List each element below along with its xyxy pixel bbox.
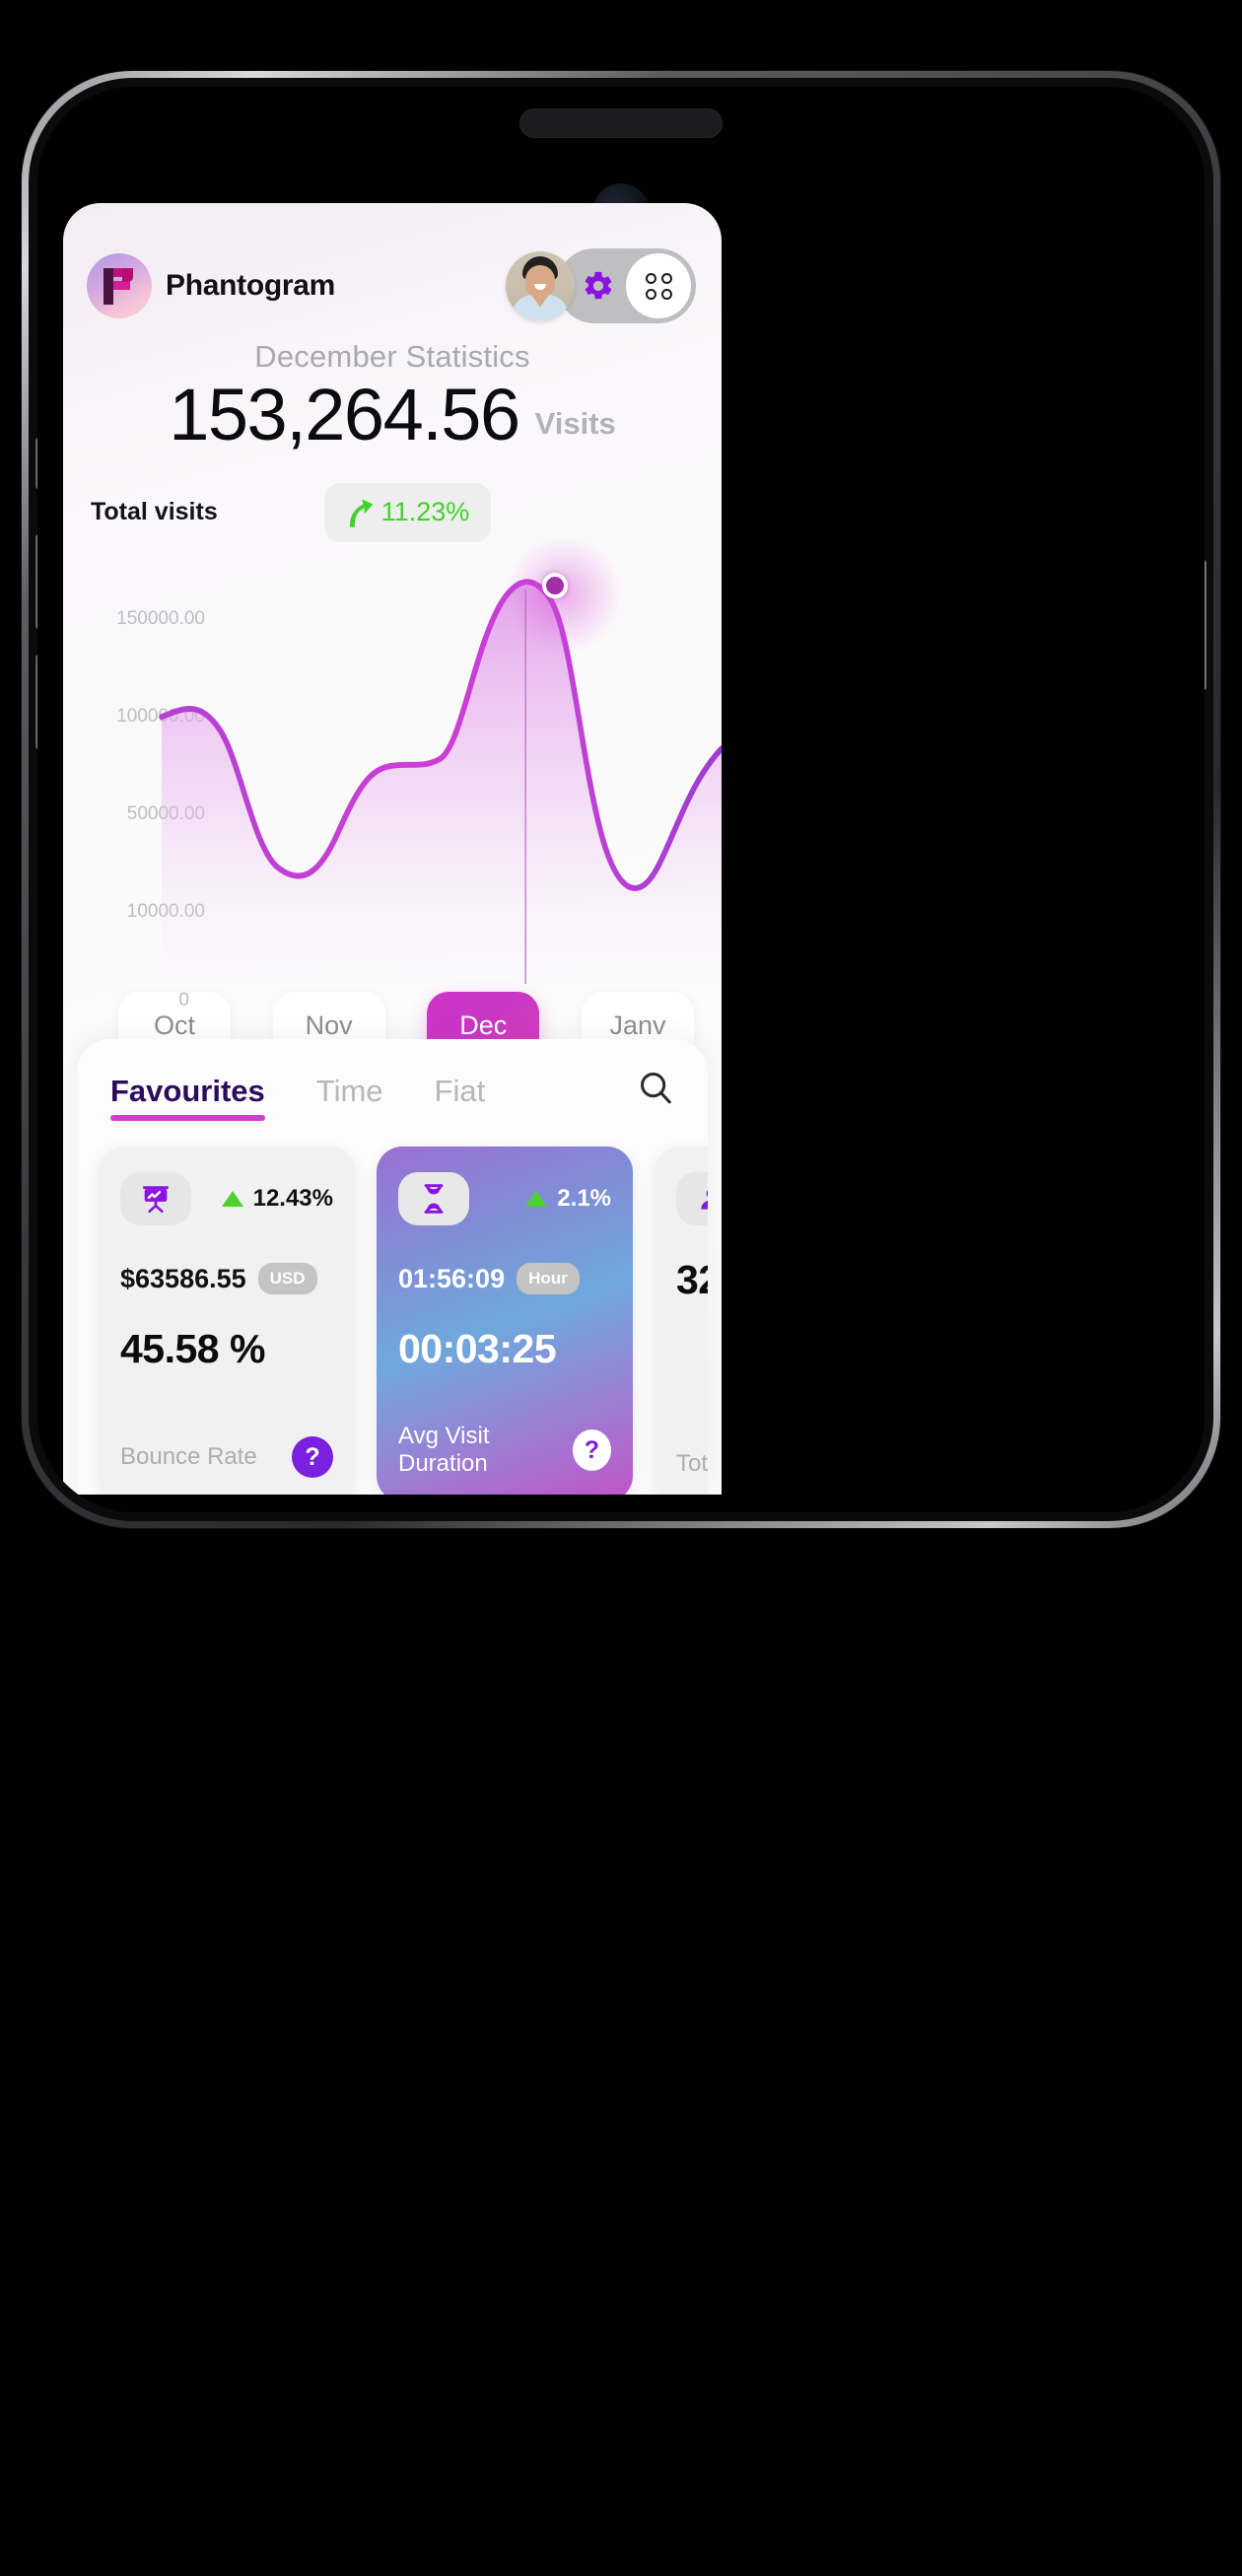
hourglass-icon <box>398 1172 469 1225</box>
stats-headline: 153,264.56 Visits <box>63 377 722 453</box>
screenshot-root: Phantogram December Statistics 153,264.5… <box>0 0 1242 2576</box>
tab-favourites[interactable]: Favourites <box>110 1074 265 1121</box>
phantogram-f-logo-icon[interactable] <box>87 253 152 318</box>
card-label: Avg Visit Duration <box>398 1423 490 1477</box>
help-icon[interactable]: ? <box>572 1429 611 1471</box>
change-badge[interactable]: 11.23% <box>323 482 492 542</box>
card-delta-value: 2.1% <box>557 1185 611 1212</box>
header-control-pill <box>557 248 696 323</box>
chart-plot-area <box>159 534 722 984</box>
change-percent: 11.23% <box>380 497 470 527</box>
y-tick-4: 0 <box>178 989 189 1010</box>
grid-menu-icon[interactable] <box>626 253 691 318</box>
stats-unit: Visits <box>534 405 616 441</box>
card-amount: $63586.55 <box>120 1263 246 1293</box>
total-visits-row: Total visits 11.23% <box>63 453 722 542</box>
tab-fiat[interactable]: Fiat <box>435 1074 486 1121</box>
bottom-sheet: Favourites Time Fiat 12.43% $63586.55 US… <box>77 1039 708 1495</box>
arrow-up-icon <box>349 499 374 527</box>
card-amount-row: $63586.55 USD <box>120 1263 333 1294</box>
stat-card-list: 12.43% $63586.55 USD 45.58 % Bounce Rate <box>77 1121 708 1495</box>
card-amount-row: 01:56:09 Hour <box>398 1263 611 1294</box>
help-icon[interactable]: ? <box>292 1436 333 1478</box>
app-header: Phantogram <box>63 203 722 323</box>
presentation-chart-icon <box>120 1172 191 1225</box>
stats-subtitle: December Statistics <box>254 339 530 374</box>
stat-card-total-users[interactable]: 32 Tot <box>655 1147 708 1495</box>
brand-title: Phantogram <box>166 269 336 302</box>
card-delta: 2.1% <box>525 1185 611 1213</box>
card-main-value: 32 <box>676 1257 708 1302</box>
card-top-row: 12.43% <box>120 1172 333 1225</box>
visits-area-chart: 150000.00 100000.00 50000.00 10000.00 0 <box>63 534 722 1010</box>
sheet-tabs: Favourites Time Fiat <box>77 1039 708 1121</box>
person-icon <box>676 1172 708 1225</box>
card-label: Tot <box>676 1450 708 1477</box>
grid-dots <box>645 272 672 300</box>
card-unit-tag: Hour <box>517 1263 580 1294</box>
card-footer: Bounce Rate ? <box>120 1436 333 1495</box>
card-label: Bounce Rate <box>120 1443 257 1470</box>
search-icon[interactable] <box>637 1069 674 1121</box>
card-amount: 01:56:09 <box>398 1263 506 1293</box>
tab-time[interactable]: Time <box>316 1074 383 1121</box>
phone-bezel: Phantogram December Statistics 153,264.5… <box>29 78 1213 1521</box>
card-delta: 12.43% <box>221 1185 333 1213</box>
stat-card-avg-visit-duration[interactable]: 2.1% 01:56:09 Hour 00:03:25 Avg Visit Du… <box>377 1147 633 1495</box>
header-actions <box>506 248 696 323</box>
triangle-up-icon <box>221 1191 243 1207</box>
avatar-face <box>525 265 555 298</box>
phone-screen: Phantogram December Statistics 153,264.5… <box>37 87 1205 1512</box>
card-footer: Avg Visit Duration ? <box>398 1423 611 1495</box>
card-footer: Tot <box>676 1450 708 1495</box>
card-delta-value: 12.43% <box>252 1185 333 1212</box>
dynamic-island <box>519 108 723 138</box>
card-top-row: 2.1% <box>398 1172 611 1225</box>
triangle-up-icon <box>525 1191 548 1207</box>
card-currency-tag: USD <box>257 1263 317 1294</box>
phone-frame: Phantogram December Statistics 153,264.5… <box>22 71 1220 1528</box>
chart-highlight-point[interactable] <box>542 572 568 598</box>
card-main-value: 00:03:25 <box>398 1326 557 1371</box>
card-main-value: 45.58 % <box>120 1326 265 1371</box>
stats-value: 153,264.56 <box>169 374 520 455</box>
card-top-row <box>676 1172 708 1225</box>
app-viewport: Phantogram December Statistics 153,264.5… <box>63 203 722 1495</box>
avatar[interactable] <box>506 251 575 320</box>
total-visits-label: Total visits <box>91 498 218 526</box>
stat-card-bounce-rate[interactable]: 12.43% $63586.55 USD 45.58 % Bounce Rate <box>99 1147 355 1495</box>
gear-icon[interactable] <box>577 264 620 308</box>
